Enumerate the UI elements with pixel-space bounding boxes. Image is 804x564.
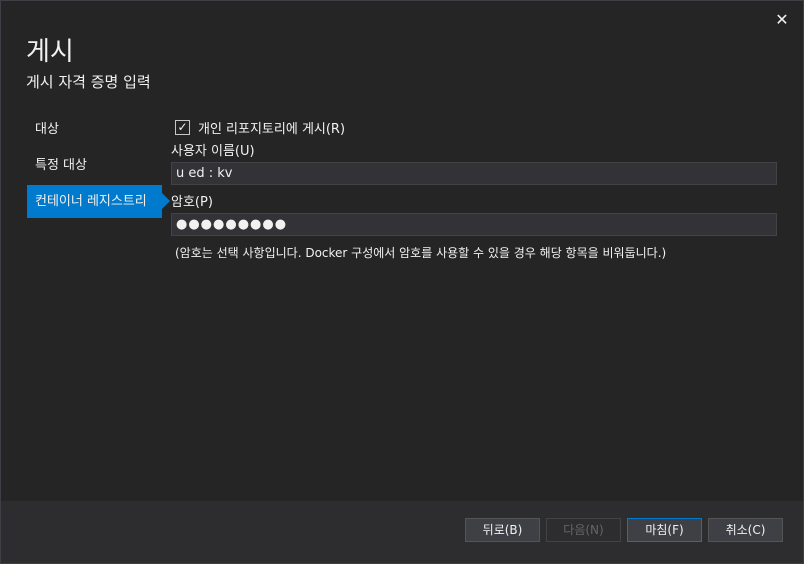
dialog-footer: 뒤로(B) 다음(N) 마침(F) 취소(C) xyxy=(1,501,803,563)
publish-dialog: ✕ 게시 게시 자격 증명 입력 대상 특정 대상 컨테이너 레지스트리 ✓ 개… xyxy=(0,0,804,564)
close-icon[interactable]: ✕ xyxy=(773,11,791,29)
finish-button[interactable]: 마침(F) xyxy=(627,518,702,542)
private-repo-label: 개인 리포지토리에 게시(R) xyxy=(198,121,346,137)
cancel-button[interactable]: 취소(C) xyxy=(708,518,783,542)
nav-item-target[interactable]: 대상 xyxy=(27,113,162,146)
nav-item-container-registry[interactable]: 컨테이너 레지스트리 xyxy=(27,185,170,218)
private-repo-checkbox[interactable]: ✓ xyxy=(175,119,190,135)
nav-item-specific-target[interactable]: 특정 대상 xyxy=(27,149,162,182)
username-label: 사용자 이름(U) xyxy=(171,144,255,159)
back-button[interactable]: 뒤로(B) xyxy=(465,518,540,542)
password-note: (암호는 선택 사항입니다. Docker 구성에서 암호를 사용할 수 있을 … xyxy=(175,246,667,260)
private-repo-row: ✓ 개인 리포지토리에 게시(R) xyxy=(175,114,780,140)
dialog-subtitle: 게시 자격 증명 입력 xyxy=(26,73,151,91)
dialog-title: 게시 xyxy=(26,37,74,67)
wizard-nav: 대상 특정 대상 컨테이너 레지스트리 xyxy=(27,113,170,221)
password-input[interactable]: ●●●●●●●●● xyxy=(171,213,777,236)
password-label: 암호(P) xyxy=(171,195,213,210)
credentials-form: ✓ 개인 리포지토리에 게시(R) 사용자 이름(U) u ed : kv 암호… xyxy=(171,114,780,261)
next-button[interactable]: 다음(N) xyxy=(546,518,621,542)
username-input[interactable]: u ed : kv xyxy=(171,162,777,185)
